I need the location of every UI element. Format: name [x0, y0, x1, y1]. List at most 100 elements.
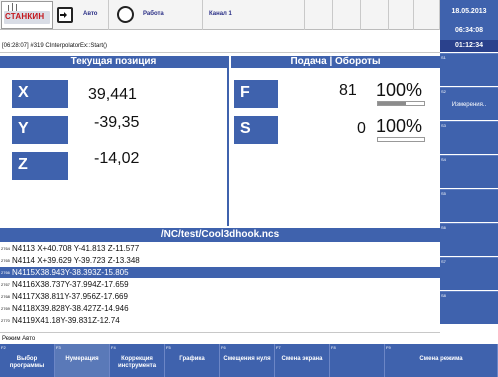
softkey-number: F4	[111, 345, 116, 350]
bottom-softkey-f8[interactable]: F8	[330, 344, 385, 377]
program-line-number: 2769	[1, 306, 10, 311]
feed-panel: Подача | Обороты F 81 100% S 0 100%	[231, 56, 440, 226]
right-softkey-2[interactable]: S2 Измерения..	[440, 87, 498, 120]
softkey-label: Смещения нуля	[223, 356, 271, 362]
program-line-text: N4118X39.828Y-38.427Z-14.946	[12, 304, 129, 313]
spindle-value: 0	[357, 120, 366, 137]
right-softkey-3[interactable]: S3	[440, 121, 498, 154]
softkey-number: F2	[1, 345, 6, 350]
softkey-number: F6	[221, 345, 226, 350]
status-cell	[389, 0, 414, 30]
circle-icon	[117, 6, 134, 23]
softkey-number: S8	[441, 293, 446, 298]
bottom-softkey-f2[interactable]: F2 Выбор программы	[0, 344, 55, 377]
status-cell	[414, 0, 440, 30]
softkey-number: F8	[331, 345, 336, 350]
right-softkey-5[interactable]: S5	[440, 189, 498, 222]
program-line[interactable]: 2765 N4114 X+39.629 Y-39.723 Z-13.348	[0, 255, 440, 266]
softkey-label: Смена экрана	[281, 356, 323, 362]
date-text: 18.05.2013	[451, 8, 487, 15]
program-line[interactable]: 2770 N4119X41.18Y-39.831Z-12.74	[0, 315, 440, 326]
program-line[interactable]: 2767 N4116X38.737Y-37.994Z-17.659	[0, 279, 440, 290]
program-line-text: N4115X38.943Y-38.393Z-15.805	[12, 268, 129, 277]
mode-line: Режим Авто	[0, 332, 440, 344]
softkey-number: S3	[441, 123, 446, 128]
feed-override-fill	[378, 102, 406, 105]
datetime-panel: 18.05.2013 06:34:08	[440, 0, 498, 40]
softkey-number: F3	[56, 345, 61, 350]
feed-value: 81	[339, 82, 357, 99]
feed-label: F	[234, 80, 278, 108]
softkey-number: S2	[441, 89, 446, 94]
spindle-override: 100%	[376, 116, 423, 136]
program-line-number: 2764	[1, 246, 10, 251]
feed-panel-title: Подача | Обороты	[231, 56, 440, 68]
position-panel: Текущая позиция X 39,441 Y -39,35 Z -14,…	[0, 56, 229, 226]
softkey-label: Измерения..	[451, 102, 487, 108]
feed-override-bar	[377, 101, 425, 106]
program-line-text: N4113 X+40.708 Y-41.813 Z-11.577	[12, 244, 140, 253]
mode-segment: Авто	[55, 0, 109, 30]
bottom-softkey-f7[interactable]: F7 Смена экрана	[275, 344, 330, 377]
right-softkey-4[interactable]: S4	[440, 155, 498, 188]
program-line-number: 2766	[1, 270, 10, 275]
program-line-number: 2770	[1, 318, 10, 323]
bottom-softkey-f9[interactable]: F9 Смена режима	[385, 344, 498, 377]
status-cell	[333, 0, 361, 30]
softkey-label: Смена режима	[419, 356, 463, 362]
bottom-softkey-f3[interactable]: F3 Нумерация	[55, 344, 110, 377]
bottom-softkey-f5[interactable]: F5 Графика	[165, 344, 220, 377]
program-line-text: N4117X38.811Y-37.956Z-17.669	[12, 292, 128, 301]
axis-x-value: 39,441	[88, 86, 137, 103]
axis-y-label: Y	[12, 116, 68, 144]
logo-text: СТАНКИН	[5, 12, 45, 21]
status-cell	[305, 0, 333, 30]
status-cell	[361, 0, 389, 30]
right-softkey-6[interactable]: S6	[440, 223, 498, 256]
softkey-number: F7	[276, 345, 281, 350]
mode-label: Авто	[83, 11, 98, 17]
softkey-label: Графика	[179, 356, 205, 362]
state-segment: Работа	[109, 0, 203, 30]
right-softkey-1[interactable]: S1	[440, 53, 498, 86]
softkey-number: S7	[441, 259, 446, 264]
position-panel-title: Текущая позиция	[0, 56, 227, 68]
softkey-number: S6	[441, 225, 446, 230]
softkey-number: S5	[441, 191, 446, 196]
feed-override: 100%	[376, 80, 423, 100]
program-line-text: N4116X38.737Y-37.994Z-17.659	[12, 280, 129, 289]
channel-label: Канал 1	[209, 11, 232, 17]
program-line-text: N4119X41.18Y-39.831Z-12.74	[12, 316, 120, 325]
softkey-number: S1	[441, 55, 446, 60]
program-line[interactable]: 2768 N4117X38.811Y-37.956Z-17.669	[0, 291, 440, 302]
softkey-number: S4	[441, 157, 446, 162]
softkey-label: Коррекция инструмента	[117, 356, 157, 369]
bottom-softkey-f6[interactable]: F6 Смещения нуля	[220, 344, 275, 377]
bottom-softkey-f4[interactable]: F4 Коррекция инструмента	[110, 344, 165, 377]
softkey-number: F5	[166, 345, 171, 350]
program-line-number: 2768	[1, 294, 10, 299]
softkey-label: Нумерация	[65, 356, 99, 362]
elapsed-text: 01:12:34	[454, 42, 484, 49]
program-path: /NC/test/Cool3dhook.ncs	[0, 228, 440, 242]
message-line: [06:28:07] #319 CInterpolatorEx::Start()	[0, 40, 440, 53]
program-line-number: 2767	[1, 282, 10, 287]
spindle-override-bar	[377, 137, 425, 142]
axis-z-label: Z	[12, 152, 68, 180]
right-softkey-8[interactable]: S8	[440, 291, 498, 324]
axis-x-label: X	[12, 80, 68, 108]
program-line-number: 2765	[1, 258, 10, 263]
time-text: 06:34:08	[454, 27, 484, 34]
program-line-text: N4114 X+39.629 Y-39.723 Z-13.348	[12, 256, 140, 265]
axis-y-value: -39,35	[94, 114, 140, 131]
program-line[interactable]: 2769 N4118X39.828Y-38.427Z-14.946	[0, 303, 440, 314]
state-label: Работа	[143, 11, 164, 17]
softkey-number: F9	[386, 345, 391, 350]
right-softkey-7[interactable]: S7	[440, 257, 498, 290]
channel-segment: Канал 1	[203, 0, 305, 30]
status-bar: СТАНКИН Авто Работа Канал 1	[0, 0, 440, 30]
program-line[interactable]: 2764 N4113 X+40.708 Y-41.813 Z-11.577	[0, 243, 440, 254]
program-line[interactable]: 2766 N4115X38.943Y-38.393Z-15.805	[0, 267, 440, 278]
arrow-into-box-icon	[57, 7, 73, 23]
axis-z-value: -14,02	[94, 150, 140, 167]
